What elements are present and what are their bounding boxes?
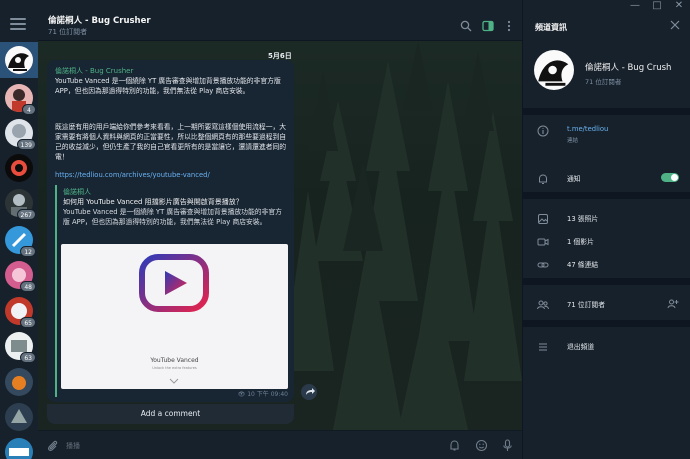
links-count: 47 條連結 [567, 261, 599, 269]
avatar [5, 403, 33, 431]
notifications-label: 通知 [567, 175, 581, 183]
message-text: YouTube Vanced 是一個繞除 YT 廣告審查與增加背景播放功能的非官… [55, 77, 281, 95]
microphone-icon[interactable] [501, 439, 514, 452]
members-icon [537, 300, 549, 310]
avatar [5, 368, 33, 396]
close-window-button[interactable]: ✕ [668, 0, 690, 14]
avatar [5, 46, 33, 74]
chat-list-item[interactable]: 12 [5, 226, 36, 257]
message-bubble: 倫諾桐人 - Bug Crusher YouTube Vanced 是一個繞除 … [47, 60, 294, 402]
unread-badge: 267 [16, 209, 36, 220]
chevron-down-icon [169, 378, 179, 384]
minimize-button[interactable]: — [624, 0, 646, 14]
chat-title: 倫諾桐人 - Bug Crusher [48, 16, 151, 26]
videos-row[interactable]: 1 個影片 [523, 233, 690, 253]
link-preview[interactable]: 倫諾桐人 如何用 YouTube Vanced 阻擋影片廣告與開啟背景播放？ Y… [55, 185, 288, 397]
preview-image-caption: YouTube Vanced [150, 357, 199, 364]
avatar [5, 154, 33, 182]
chat-list-item[interactable]: 139 [5, 119, 36, 150]
chat-area: 倫諾桐人 - Bug Crusher 71 位訂閱者 5月6日 倫諾桐人 - B… [38, 0, 522, 459]
preview-site-name: 倫諾桐人 [63, 188, 91, 196]
unread-badge: 63 [20, 352, 36, 363]
attach-icon[interactable] [46, 439, 59, 452]
add-member-icon[interactable] [667, 298, 679, 310]
search-icon[interactable] [460, 20, 472, 32]
preview-description: YouTube Vanced 是一個繞除 YT 廣告審查與增加背景播放功能的非官… [63, 208, 282, 226]
photos-row[interactable]: 13 張照片 [523, 210, 690, 230]
chat-list-item[interactable]: 63 [5, 332, 36, 363]
forward-button[interactable] [301, 384, 317, 400]
photos-count: 13 張照片 [567, 215, 599, 223]
unread-badge: 139 [16, 139, 36, 150]
views-count: 10 [247, 391, 255, 398]
leave-channel-label: 退出頻道 [567, 343, 595, 351]
message-text: 既這麼有用的用戶端給你們參考來看看，上一期所要寫這樣個使用流程一，大家需要有將個… [55, 123, 287, 161]
chat-list-item[interactable]: 48 [5, 261, 36, 292]
video-icon [537, 238, 549, 246]
bell-icon [539, 174, 547, 184]
channel-link[interactable]: t.me/tedliou [567, 125, 608, 133]
divider [523, 320, 690, 327]
chat-list-item[interactable] [5, 368, 33, 396]
members-count: 71 位訂閱者 [567, 301, 605, 309]
message-meta: 👁 10 下午 09:40 [238, 389, 288, 398]
unread-badge: 65 [20, 317, 36, 328]
chat-list: 4 139 267 12 48 65 63 [0, 0, 38, 459]
unread-badge: 12 [20, 246, 36, 257]
share-arrow-icon [306, 388, 315, 395]
chat-list-item[interactable] [5, 403, 33, 431]
channel-link-caption: 連結 [567, 138, 579, 144]
more-options-icon[interactable] [503, 20, 515, 32]
preview-title: 如何用 YouTube Vanced 阻擋影片廣告與開啟背景播放？ [63, 198, 243, 206]
hamburger-menu-icon[interactable] [10, 18, 26, 30]
videos-count: 1 個影片 [567, 238, 594, 246]
channel-avatar[interactable] [534, 50, 574, 90]
notifications-row[interactable]: 通知 [523, 170, 690, 190]
message-author[interactable]: 倫諾桐人 - Bug Crusher [55, 66, 133, 76]
photo-icon [538, 214, 548, 224]
window-controls: — □ ✕ [624, 0, 690, 14]
info-icon [537, 125, 549, 137]
chat-list-item[interactable]: 65 [5, 297, 36, 328]
compose-bar [38, 430, 522, 459]
divider [523, 192, 690, 199]
list-icon [539, 343, 547, 351]
message-time: 下午 09:40 [256, 391, 288, 398]
unread-badge: 48 [20, 281, 36, 292]
links-row[interactable]: 47 條連結 [523, 256, 690, 276]
unread-badge: 4 [22, 104, 36, 115]
bell-icon[interactable] [448, 439, 461, 452]
sidebar-toggle-icon[interactable] [482, 20, 494, 32]
link-icon [537, 262, 549, 268]
divider [523, 278, 690, 285]
youtube-vanced-logo-icon [139, 254, 209, 312]
close-icon[interactable] [670, 20, 680, 30]
notifications-toggle[interactable] [661, 173, 679, 182]
chat-header[interactable]: 倫諾桐人 - Bug Crusher 71 位訂閱者 [38, 0, 522, 41]
chat-subtitle: 71 位訂閱者 [48, 28, 88, 36]
preview-image-subcaption: Unlock the extra features [152, 366, 197, 370]
members-row[interactable]: 71 位訂閱者 [523, 296, 690, 316]
chat-list-item-selected[interactable] [0, 42, 38, 78]
chat-list-item[interactable] [5, 438, 33, 459]
preview-image[interactable]: YouTube Vanced Unlock the extra features [61, 244, 288, 389]
channel-info-panel: 頻道資訊 倫諾桐人 - Bug Crush 71 位訂閱者 t.me/tedli… [522, 0, 690, 459]
chat-list-item[interactable]: 267 [5, 189, 36, 220]
chat-list-item[interactable] [5, 154, 33, 182]
add-comment-button[interactable]: Add a comment [47, 404, 294, 424]
divider [523, 108, 690, 115]
emoji-icon[interactable] [475, 439, 488, 452]
leave-channel-row[interactable]: 退出頻道 [523, 338, 690, 358]
maximize-button[interactable]: □ [646, 0, 668, 14]
info-link-row[interactable]: t.me/tedliou 連結 [523, 122, 690, 144]
message-link[interactable]: https://tedliou.com/archives/youtube-van… [55, 171, 210, 179]
views-icon: 👁 [237, 391, 246, 398]
message-input[interactable] [66, 440, 446, 452]
panel-title: 頻道資訊 [535, 23, 567, 32]
chat-list-item[interactable]: 4 [5, 84, 36, 115]
chat-background: 5月6日 倫諾桐人 - Bug Crusher YouTube Vanced 是… [38, 41, 522, 430]
channel-name: 倫諾桐人 - Bug Crush [585, 63, 672, 73]
channel-subscribers: 71 位訂閱者 [585, 78, 622, 86]
avatar [5, 438, 33, 459]
